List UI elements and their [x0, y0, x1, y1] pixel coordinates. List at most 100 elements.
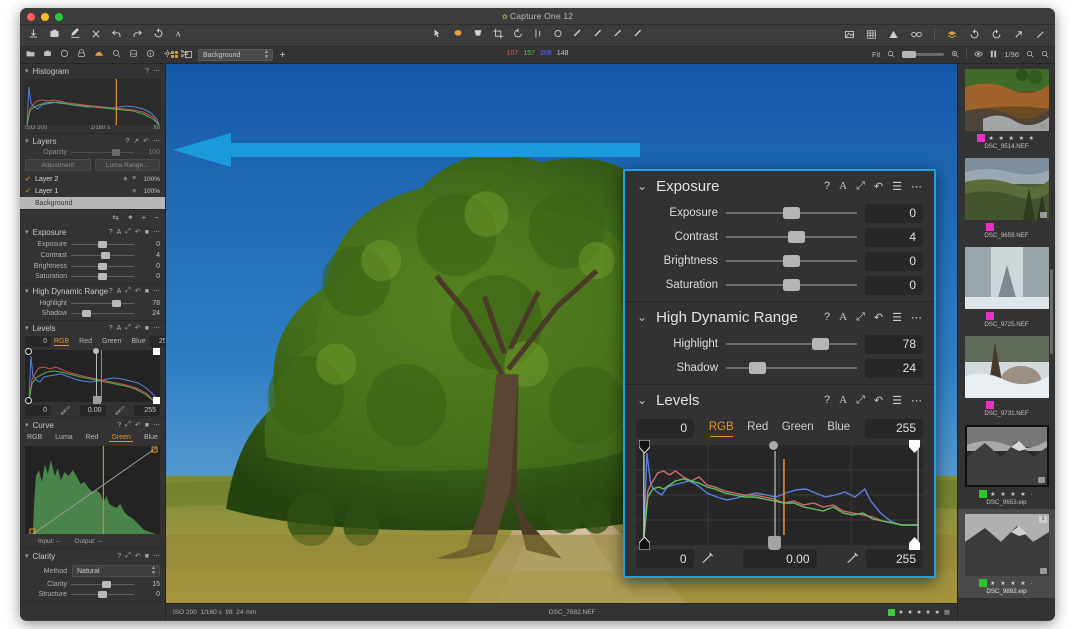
exposure-slider-row[interactable]: Exposure 0 [20, 239, 165, 250]
thumbnail-image[interactable]: 1 [965, 514, 1049, 576]
contrast-slider[interactable] [726, 231, 857, 244]
highlight-slider-row[interactable]: Highlight 78 [20, 298, 165, 309]
clarity-slider-row[interactable]: Clarity 15 [20, 579, 165, 590]
link-icon[interactable] [910, 29, 923, 40]
more-icon[interactable]: ⋯ [911, 180, 922, 193]
zoom-in-icon[interactable] [951, 50, 959, 60]
more-icon[interactable]: ⋯ [153, 228, 160, 236]
contrast-slider-row[interactable]: Contrast 4 [20, 250, 165, 261]
search-icon[interactable] [1026, 50, 1034, 60]
chevron-down-icon[interactable]: ⌄ [637, 179, 647, 193]
color-tag[interactable] [985, 401, 994, 409]
pick-icon[interactable]: ⤢ [125, 552, 131, 560]
crop-icon[interactable] [492, 28, 503, 39]
auto-icon[interactable]: A [839, 311, 847, 323]
more-icon[interactable]: ⋯ [153, 324, 160, 332]
metadata-icon[interactable] [146, 49, 155, 60]
slider-value[interactable]: 24 [865, 358, 923, 378]
floating-shadow-row[interactable]: Shadow 24 [625, 356, 934, 380]
shadow-slider-row[interactable]: Shadow 24 [20, 309, 165, 320]
rotate-left-icon[interactable] [969, 29, 980, 40]
levels-black-input[interactable]: 0 [25, 336, 51, 347]
more-icon[interactable]: ⋯ [153, 552, 160, 560]
color-tag[interactable] [977, 134, 986, 142]
color-tag[interactable] [985, 312, 994, 320]
layer-opacity-row[interactable]: Opacity 100 [20, 148, 165, 157]
tab-red[interactable]: Red [84, 434, 101, 442]
floating-levels-header[interactable]: ⌄ Levels ? A ⤢ ↶ ☰ ⋯ [625, 385, 934, 415]
reset-icon[interactable]: ↶ [135, 228, 141, 236]
pick-icon[interactable]: ⤢ [856, 180, 865, 193]
remove-tool-icon[interactable]: − [154, 213, 159, 222]
rotate-icon[interactable] [153, 28, 164, 39]
capture-icon[interactable] [49, 28, 60, 39]
reset-icon[interactable]: ↶ [874, 180, 883, 193]
opacity-slider[interactable] [71, 149, 134, 156]
levels-foot-black[interactable]: 0 [25, 405, 51, 416]
adjustment-button[interactable]: Adjustment [25, 159, 91, 171]
floating-levels-histogram[interactable] [636, 439, 923, 551]
floating-brightness-row[interactable]: Brightness 0 [625, 249, 934, 273]
levels-white-handle-bottom[interactable] [909, 537, 920, 550]
library-icon[interactable] [26, 49, 35, 60]
details-icon[interactable] [112, 49, 121, 60]
compare-icon[interactable]: ⇆ [112, 213, 119, 222]
single-view-icon[interactable] [184, 50, 193, 61]
help-icon[interactable]: ? [824, 311, 830, 323]
auto-icon[interactable]: A [117, 325, 122, 332]
rotate-crop-icon[interactable] [512, 28, 523, 39]
reset-icon[interactable]: ↶ [135, 421, 141, 429]
layer-mask-icon[interactable]: ≡ [132, 188, 136, 195]
warning-icon[interactable] [888, 29, 899, 40]
chevron-down-icon[interactable]: ▾ [25, 287, 29, 295]
rotate-right-icon[interactable] [991, 29, 1002, 40]
eye-icon[interactable] [974, 50, 984, 60]
shadow-slider[interactable] [71, 309, 134, 317]
tab-luma[interactable]: Luma [53, 434, 75, 442]
clarity-slider[interactable] [71, 581, 134, 588]
reset-icon[interactable]: ↶ [874, 311, 883, 324]
levels-foot-gamma[interactable]: 0.00 [742, 549, 817, 568]
edit-icon[interactable] [70, 28, 81, 39]
rating-stars[interactable]: · · · · · [997, 313, 1027, 319]
list-item[interactable]: ✓ Layer 2 ☀ ≡ 100% [20, 173, 165, 185]
export-icon[interactable] [1013, 29, 1024, 40]
auto-icon[interactable]: A [117, 288, 122, 295]
more-icon[interactable]: ⋯ [153, 137, 160, 145]
chevron-down-icon[interactable]: ▾ [25, 228, 29, 236]
chevron-down-icon[interactable]: ▾ [25, 67, 29, 75]
redo-arrow-icon[interactable] [132, 28, 143, 39]
capture-tab-icon[interactable] [43, 49, 52, 60]
levels-white-input[interactable]: 255 [865, 418, 923, 438]
color-tag[interactable] [979, 490, 988, 498]
help-icon[interactable]: ? [109, 229, 113, 236]
highlight-slider[interactable] [726, 338, 857, 351]
floating-hdr-header[interactable]: ⌄ High Dynamic Range ? A ⤢ ↶ ☰ ⋯ [625, 302, 934, 332]
reset-icon[interactable]: ↶ [135, 552, 141, 560]
pick-icon[interactable]: ⤢ [125, 228, 131, 236]
channel-tab-green[interactable]: Green [102, 338, 121, 346]
levels-white-input[interactable]: 255 [148, 336, 165, 347]
more-icon[interactable]: ⋯ [153, 421, 160, 429]
grid-icon[interactable] [866, 29, 877, 40]
eyedropper-white-icon[interactable] [845, 550, 860, 568]
levels-foot-white[interactable]: 255 [865, 549, 923, 568]
levels-header[interactable]: ▾ Levels ? A ⤢ ↶ ■ ⋯ [20, 321, 165, 335]
levels-black-input[interactable]: 0 [636, 418, 694, 438]
levels-black-handle-top[interactable] [638, 439, 651, 454]
brightness-slider[interactable] [726, 255, 857, 268]
chevron-down-icon[interactable]: ⌄ [637, 310, 647, 324]
levels-foot-gamma[interactable]: 0.00 [79, 405, 106, 416]
channel-tab-blue[interactable]: Blue [827, 421, 850, 436]
channel-tab-rgb[interactable]: RGB [54, 338, 70, 346]
shadow-slider[interactable] [726, 362, 857, 375]
levels-gamma-handle-bottom[interactable] [768, 536, 782, 550]
thumbnail-image[interactable] [965, 247, 1049, 309]
crop-tool-icon[interactable] [472, 28, 483, 39]
pick-icon[interactable]: ⤢ [856, 394, 865, 407]
text-icon[interactable]: A [174, 28, 185, 39]
tab-rgb[interactable]: RGB [25, 434, 44, 442]
reset-icon[interactable]: ↶ [135, 324, 141, 332]
list-item[interactable]: Background [20, 197, 165, 209]
preset-icon[interactable]: ■ [145, 288, 149, 295]
